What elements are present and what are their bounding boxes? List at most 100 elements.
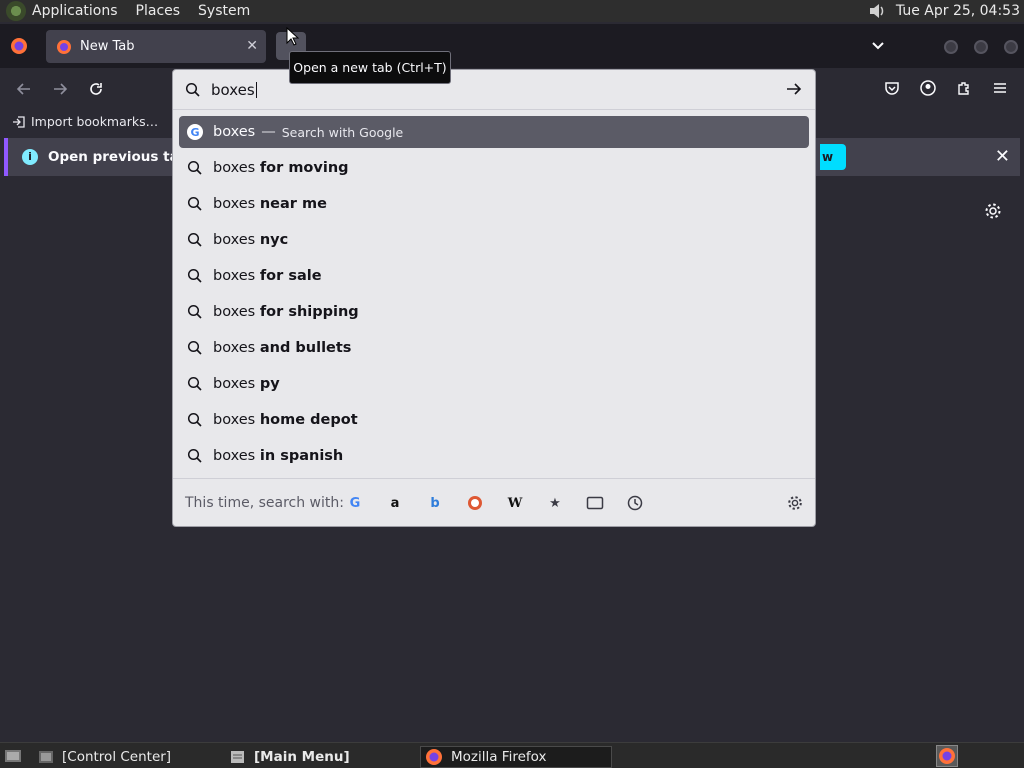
taskbar-label: [Control Center] <box>62 749 172 765</box>
new-tab-tooltip: Open a new tab (Ctrl+T) <box>289 51 451 84</box>
system-menu[interactable]: System <box>198 3 250 19</box>
one-off-label: This time, search with: <box>185 494 344 511</box>
firefox-icon <box>939 748 955 764</box>
suggestion-base: boxes <box>213 160 256 176</box>
url-input-row[interactable]: boxes <box>173 70 815 110</box>
suggestion-row[interactable]: boxes near me <box>179 188 809 220</box>
distro-logo-icon[interactable] <box>6 1 26 21</box>
forward-arrow-icon[interactable] <box>52 81 68 97</box>
suggestion-base: boxes <box>213 232 256 248</box>
control-center-icon <box>39 751 53 763</box>
account-icon[interactable] <box>920 80 936 96</box>
duckduckgo-icon[interactable] <box>465 493 485 513</box>
text-caret <box>255 82 257 98</box>
close-notification-icon[interactable]: ✕ <box>995 146 1010 167</box>
back-arrow-icon[interactable] <box>16 81 32 97</box>
system-panel: Applications Places System Tue Apr 25, 0… <box>0 0 1024 22</box>
page-settings-gear-icon[interactable] <box>984 202 1002 220</box>
menu-editor-icon <box>231 751 244 763</box>
taskbar-label: [Main Menu] <box>254 749 350 765</box>
suggestion-row-selected[interactable]: G boxes — Search with Google <box>179 116 809 148</box>
suggestion-action: Search with Google <box>281 124 404 140</box>
search-icon <box>187 412 202 427</box>
places-menu[interactable]: Places <box>136 3 181 19</box>
extensions-icon[interactable] <box>956 80 972 96</box>
google-icon[interactable]: G <box>345 493 365 513</box>
suggestion-row[interactable]: boxes for sale <box>179 260 809 292</box>
suggestion-row[interactable]: boxes in spanish <box>179 440 809 472</box>
suggestion-text: boxes for shipping <box>213 304 359 320</box>
tab-new-tab[interactable]: New Tab ✕ <box>46 30 266 63</box>
restore-button[interactable]: w <box>820 144 846 170</box>
suggestion-row[interactable]: boxes nyc <box>179 224 809 256</box>
url-bar-dropdown: boxes G boxes — Search with Google This … <box>172 69 816 527</box>
suggestion-base: boxes <box>213 196 256 212</box>
firefox-icon[interactable] <box>10 37 28 55</box>
minimize-button[interactable] <box>944 40 958 54</box>
info-icon: i <box>22 149 38 165</box>
firefox-tab-icon <box>57 39 71 54</box>
import-icon <box>13 115 25 128</box>
search-icon <box>187 376 202 391</box>
show-desktop-icon[interactable] <box>4 748 22 764</box>
search-settings-gear-icon[interactable] <box>785 493 805 513</box>
suggestion-completion: in spanish <box>259 448 344 464</box>
suggestion-base: boxes <box>213 268 256 284</box>
volume-icon[interactable] <box>868 2 888 20</box>
taskbar-item-main-menu[interactable]: [Main Menu] <box>230 746 350 768</box>
import-bookmarks-label: Import bookmarks… <box>31 114 159 129</box>
one-off-search-bar: This time, search with: G a b W ★ <box>173 478 815 526</box>
suggestion-completion: for sale <box>259 268 322 284</box>
search-icon <box>187 196 202 211</box>
suggestion-base: boxes <box>213 304 256 320</box>
suggestion-completion: home depot <box>259 412 358 428</box>
bing-icon[interactable]: b <box>425 493 445 513</box>
chevron-down-icon[interactable] <box>870 38 886 54</box>
maximize-button[interactable] <box>974 40 988 54</box>
workspace-switcher[interactable] <box>936 745 958 767</box>
bookmarks-icon[interactable]: ★ <box>545 493 565 513</box>
suggestion-completion: for moving <box>259 160 349 176</box>
taskbar-label: Mozilla Firefox <box>451 749 547 765</box>
suggestion-row[interactable]: boxes py <box>179 368 809 400</box>
suggestion-base: boxes <box>213 340 256 356</box>
wikipedia-icon[interactable]: W <box>505 493 525 513</box>
taskbar-item-control-center[interactable]: [Control Center] <box>38 746 171 768</box>
amazon-icon[interactable]: a <box>385 493 405 513</box>
pocket-icon[interactable] <box>884 80 900 96</box>
tab-strip: New Tab ✕ <box>0 24 1024 68</box>
search-icon <box>187 268 202 283</box>
taskbar: [Control Center] [Main Menu] Mozilla Fir… <box>0 742 1024 768</box>
suggestion-row[interactable]: boxes home depot <box>179 404 809 436</box>
suggestion-row[interactable]: boxes for moving <box>179 152 809 184</box>
history-icon[interactable] <box>625 493 645 513</box>
applications-menu[interactable]: Applications <box>32 3 118 19</box>
go-arrow-icon[interactable] <box>785 80 803 98</box>
suggestion-text: boxes <box>213 124 256 140</box>
suggestion-text: boxes for sale <box>213 268 322 284</box>
search-icon <box>187 340 202 355</box>
import-bookmarks-item[interactable]: Import bookmarks… <box>12 114 158 129</box>
hamburger-menu-icon[interactable] <box>992 80 1008 96</box>
url-input[interactable]: boxes <box>211 81 257 99</box>
suggestion-base: boxes <box>213 376 256 392</box>
suggestion-text: boxes near me <box>213 196 327 212</box>
url-input-value: boxes <box>211 80 255 99</box>
google-icon: G <box>187 124 203 140</box>
taskbar-item-firefox[interactable]: Mozilla Firefox <box>420 746 612 768</box>
reload-icon[interactable] <box>88 81 104 97</box>
suggestion-row[interactable]: boxes and bullets <box>179 332 809 364</box>
close-window-button[interactable] <box>1004 40 1018 54</box>
close-tab-icon[interactable]: ✕ <box>246 38 258 54</box>
firefox-icon <box>426 749 442 765</box>
suggestion-completion: for shipping <box>259 304 359 320</box>
search-icon <box>185 82 200 97</box>
tab-title: New Tab <box>80 39 135 54</box>
search-icon <box>187 232 202 247</box>
suggestion-row[interactable]: boxes for shipping <box>179 296 809 328</box>
separator: — <box>261 124 276 140</box>
clock[interactable]: Tue Apr 25, 04:53 <box>896 3 1020 19</box>
tabs-icon[interactable] <box>585 493 605 513</box>
search-icon <box>187 304 202 319</box>
suggestion-text: boxes in spanish <box>213 448 343 464</box>
